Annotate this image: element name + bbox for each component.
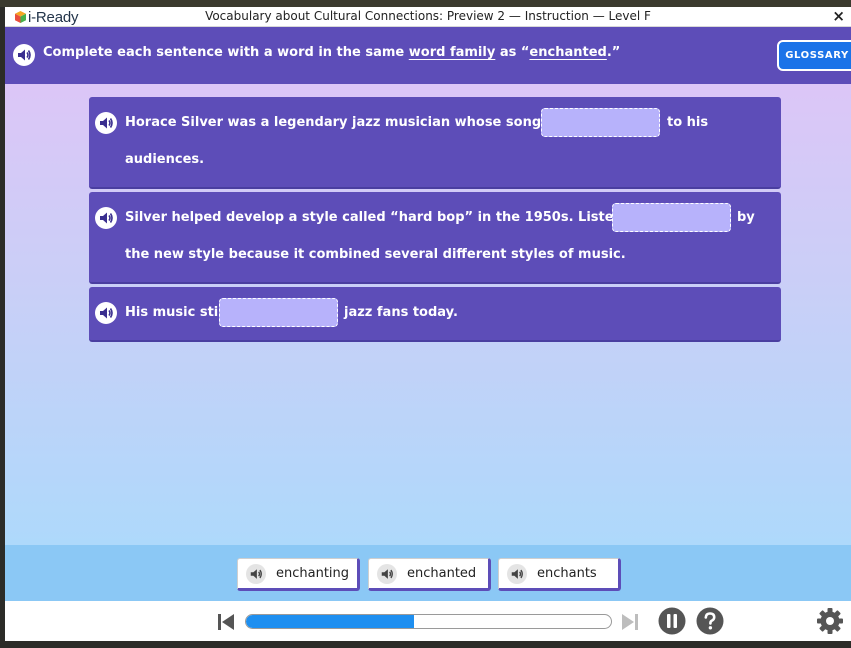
title-bar: i-Ready Vocabulary about Cultural Connec…	[5, 7, 851, 27]
word-family-link[interactable]: word family	[409, 45, 496, 60]
sentence-card-2: Silver helped develop a style called “ha…	[89, 192, 781, 284]
sentence-2-text-line2: the new style because it combined severa…	[125, 247, 626, 262]
speaker-icon	[18, 49, 31, 61]
instruction-text-part: Complete each sentence with a word in th…	[43, 45, 409, 60]
sentence-3-audio-button[interactable]	[95, 302, 117, 324]
skip-back-icon[interactable]	[216, 612, 236, 632]
sentence-1-text: Horace Silver was a legendary jazz music…	[125, 115, 590, 130]
speaker-icon	[381, 568, 393, 579]
word-chip-label: enchanting	[276, 566, 350, 581]
word-chip-audio-button[interactable]	[246, 563, 266, 584]
lesson-controls	[5, 601, 851, 641]
word-chip-audio-button[interactable]	[377, 563, 397, 584]
target-word-link[interactable]: enchanted	[529, 45, 606, 60]
sentence-2-text-after: by	[737, 210, 755, 225]
sentence-card-3: His music still jazz fans today.	[89, 287, 781, 342]
window-frame-top	[0, 0, 851, 7]
gear-icon[interactable]	[816, 607, 844, 635]
sentence-2-answer-blank[interactable]	[612, 203, 731, 232]
sentence-card-1: Horace Silver was a legendary jazz music…	[89, 97, 781, 189]
sentence-3-text: His music still	[125, 305, 228, 320]
instruction-text: Complete each sentence with a word in th…	[43, 45, 620, 60]
sentence-1-text-line2: audiences.	[125, 152, 205, 167]
word-chip-enchants[interactable]: enchants	[498, 558, 621, 591]
glossary-button[interactable]: GLOSSARY	[777, 40, 851, 71]
word-chip-label: enchants	[537, 566, 597, 581]
close-icon[interactable]: ×	[832, 7, 845, 25]
instruction-text-part: as “	[495, 45, 530, 60]
speaker-icon	[100, 307, 113, 319]
pause-icon[interactable]	[658, 607, 686, 635]
skip-forward-icon	[622, 614, 638, 630]
sentence-3-answer-blank[interactable]	[219, 298, 338, 327]
word-chip-enchanting[interactable]: enchanting	[237, 558, 360, 591]
speaker-icon	[100, 117, 113, 129]
speaker-icon	[100, 212, 113, 224]
sentence-3-text-after: jazz fans today.	[344, 305, 458, 320]
progress-fill	[246, 615, 414, 628]
sentence-1-answer-blank[interactable]	[541, 108, 660, 137]
sentence-2-text: Silver helped develop a style called “ha…	[125, 210, 687, 225]
sentence-1-audio-button[interactable]	[95, 112, 117, 134]
speaker-icon	[511, 568, 523, 579]
speaker-icon	[250, 568, 262, 579]
progress-bar	[245, 614, 612, 629]
sentence-area: Horace Silver was a legendary jazz music…	[5, 84, 851, 545]
instruction-text-part: .”	[606, 45, 621, 60]
sentence-1-text-after: to his	[667, 115, 709, 130]
sentence-2-audio-button[interactable]	[95, 207, 117, 229]
word-chip-audio-button[interactable]	[507, 563, 527, 584]
word-chip-label: enchanted	[407, 566, 477, 581]
word-chip-enchanted[interactable]: enchanted	[368, 558, 491, 591]
help-icon[interactable]	[696, 607, 724, 635]
word-bank: enchanting enchanted enchants	[5, 545, 851, 601]
window-title: Vocabulary about Cultural Connections: P…	[205, 9, 651, 23]
instruction-bar: Complete each sentence with a word in th…	[5, 27, 851, 84]
window-frame-bottom	[0, 641, 851, 648]
instruction-audio-button[interactable]	[13, 44, 35, 66]
